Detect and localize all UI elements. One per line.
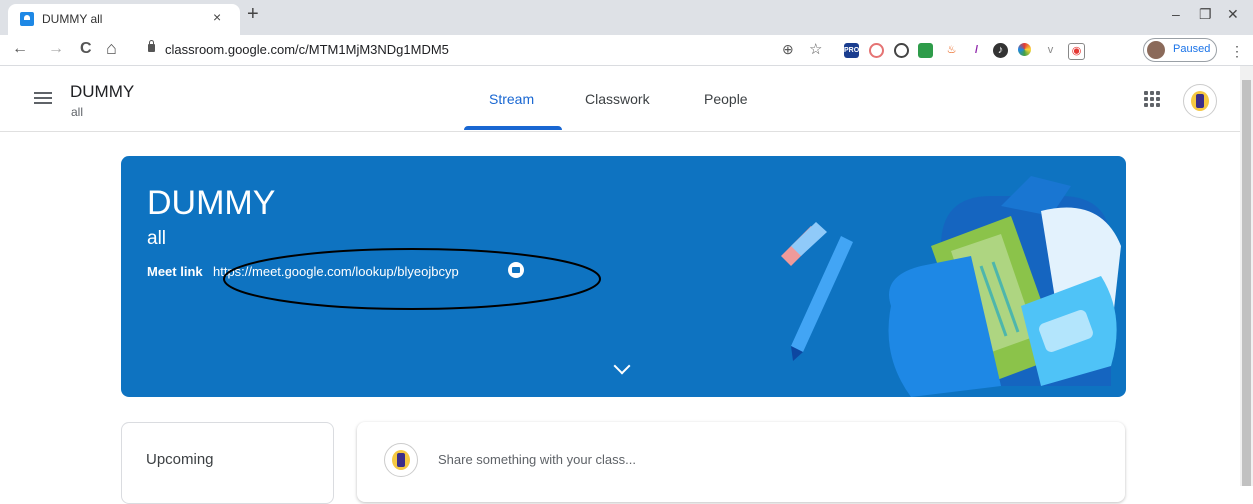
meet-video-icon[interactable] bbox=[508, 262, 524, 278]
hamburger-menu-icon[interactable] bbox=[34, 92, 52, 94]
pen-icon[interactable]: / bbox=[969, 43, 984, 58]
share-card[interactable]: Share something with your class... bbox=[357, 422, 1125, 502]
account-avatar[interactable] bbox=[1183, 84, 1217, 118]
scrollbar-thumb[interactable] bbox=[1242, 80, 1251, 486]
tab-title: DUMMY all bbox=[42, 12, 103, 26]
minimize-button[interactable]: – bbox=[1172, 6, 1180, 22]
classroom-favicon-icon bbox=[20, 12, 34, 26]
color-wheel-icon[interactable] bbox=[1018, 43, 1031, 56]
url-text[interactable]: classroom.google.com/c/MTM1MjM3NDg1MDM5 bbox=[165, 42, 449, 57]
block-extension-icon[interactable] bbox=[869, 43, 884, 58]
tab-people[interactable]: People bbox=[704, 91, 748, 107]
class-section: all bbox=[71, 105, 84, 119]
upcoming-card: Upcoming bbox=[121, 422, 334, 504]
meet-link-url[interactable]: https://meet.google.com/lookup/blyeojbcy… bbox=[213, 264, 459, 279]
lock-icon[interactable] bbox=[148, 40, 155, 52]
avatar-logo-icon bbox=[1191, 91, 1209, 111]
active-tab-indicator bbox=[464, 126, 562, 130]
page-scrollbar[interactable] bbox=[1240, 66, 1253, 486]
shield-v-icon[interactable]: v bbox=[1043, 43, 1058, 58]
profile-button[interactable]: Paused bbox=[1143, 38, 1217, 62]
new-tab-button[interactable]: + bbox=[247, 4, 259, 24]
upcoming-title: Upcoming bbox=[146, 451, 214, 468]
class-name[interactable]: DUMMY bbox=[70, 82, 134, 102]
pro-extension-icon[interactable]: PRO bbox=[844, 43, 859, 58]
profile-avatar bbox=[1147, 41, 1165, 59]
bookmark-star-icon[interactable]: ☆ bbox=[809, 40, 822, 58]
back-button[interactable]: ← bbox=[12, 40, 28, 58]
apps-grid-icon[interactable] bbox=[1144, 91, 1160, 107]
reload-button[interactable]: C bbox=[80, 40, 92, 58]
java-icon[interactable]: ♨ bbox=[944, 43, 959, 58]
browser-tabstrip: DUMMY all × + – ❐ ✕ bbox=[0, 0, 1253, 35]
banner-class-name: DUMMY bbox=[147, 184, 276, 222]
chevron-down-icon[interactable] bbox=[613, 357, 631, 375]
home-button[interactable]: ⌂ bbox=[106, 38, 117, 59]
close-window-button[interactable]: ✕ bbox=[1227, 6, 1239, 23]
tab-stream[interactable]: Stream bbox=[489, 91, 534, 107]
music-icon[interactable]: ♪ bbox=[993, 43, 1008, 58]
classroom-header: DUMMY all Stream Classwork People bbox=[0, 66, 1240, 132]
meet-link-label: Meet link bbox=[147, 264, 203, 279]
class-banner: DUMMY all Meet link https://meet.google.… bbox=[121, 156, 1126, 397]
browser-tab[interactable]: DUMMY all × bbox=[8, 4, 240, 35]
browser-menu-icon[interactable]: ⋮ bbox=[1230, 43, 1244, 60]
share-avatar bbox=[384, 443, 418, 477]
shield-extension-icon[interactable] bbox=[918, 43, 933, 58]
tab-classwork[interactable]: Classwork bbox=[585, 91, 650, 107]
avatar-logo-icon bbox=[392, 450, 410, 470]
share-input[interactable]: Share something with your class... bbox=[438, 452, 636, 467]
tab-close-button[interactable]: × bbox=[213, 9, 221, 25]
banner-section: all bbox=[147, 228, 167, 249]
backpack-illustration bbox=[781, 176, 1121, 397]
restore-button[interactable]: ❐ bbox=[1199, 6, 1212, 23]
profile-status: Paused bbox=[1173, 43, 1211, 55]
screenshot-icon[interactable]: ◉ bbox=[1068, 43, 1085, 60]
zoom-icon[interactable]: ⊕ bbox=[782, 41, 794, 58]
forward-button[interactable]: → bbox=[48, 40, 64, 58]
no-entry-icon[interactable] bbox=[894, 43, 909, 58]
browser-toolbar: ← → C ⌂ classroom.google.com/c/MTM1MjM3N… bbox=[0, 35, 1253, 66]
